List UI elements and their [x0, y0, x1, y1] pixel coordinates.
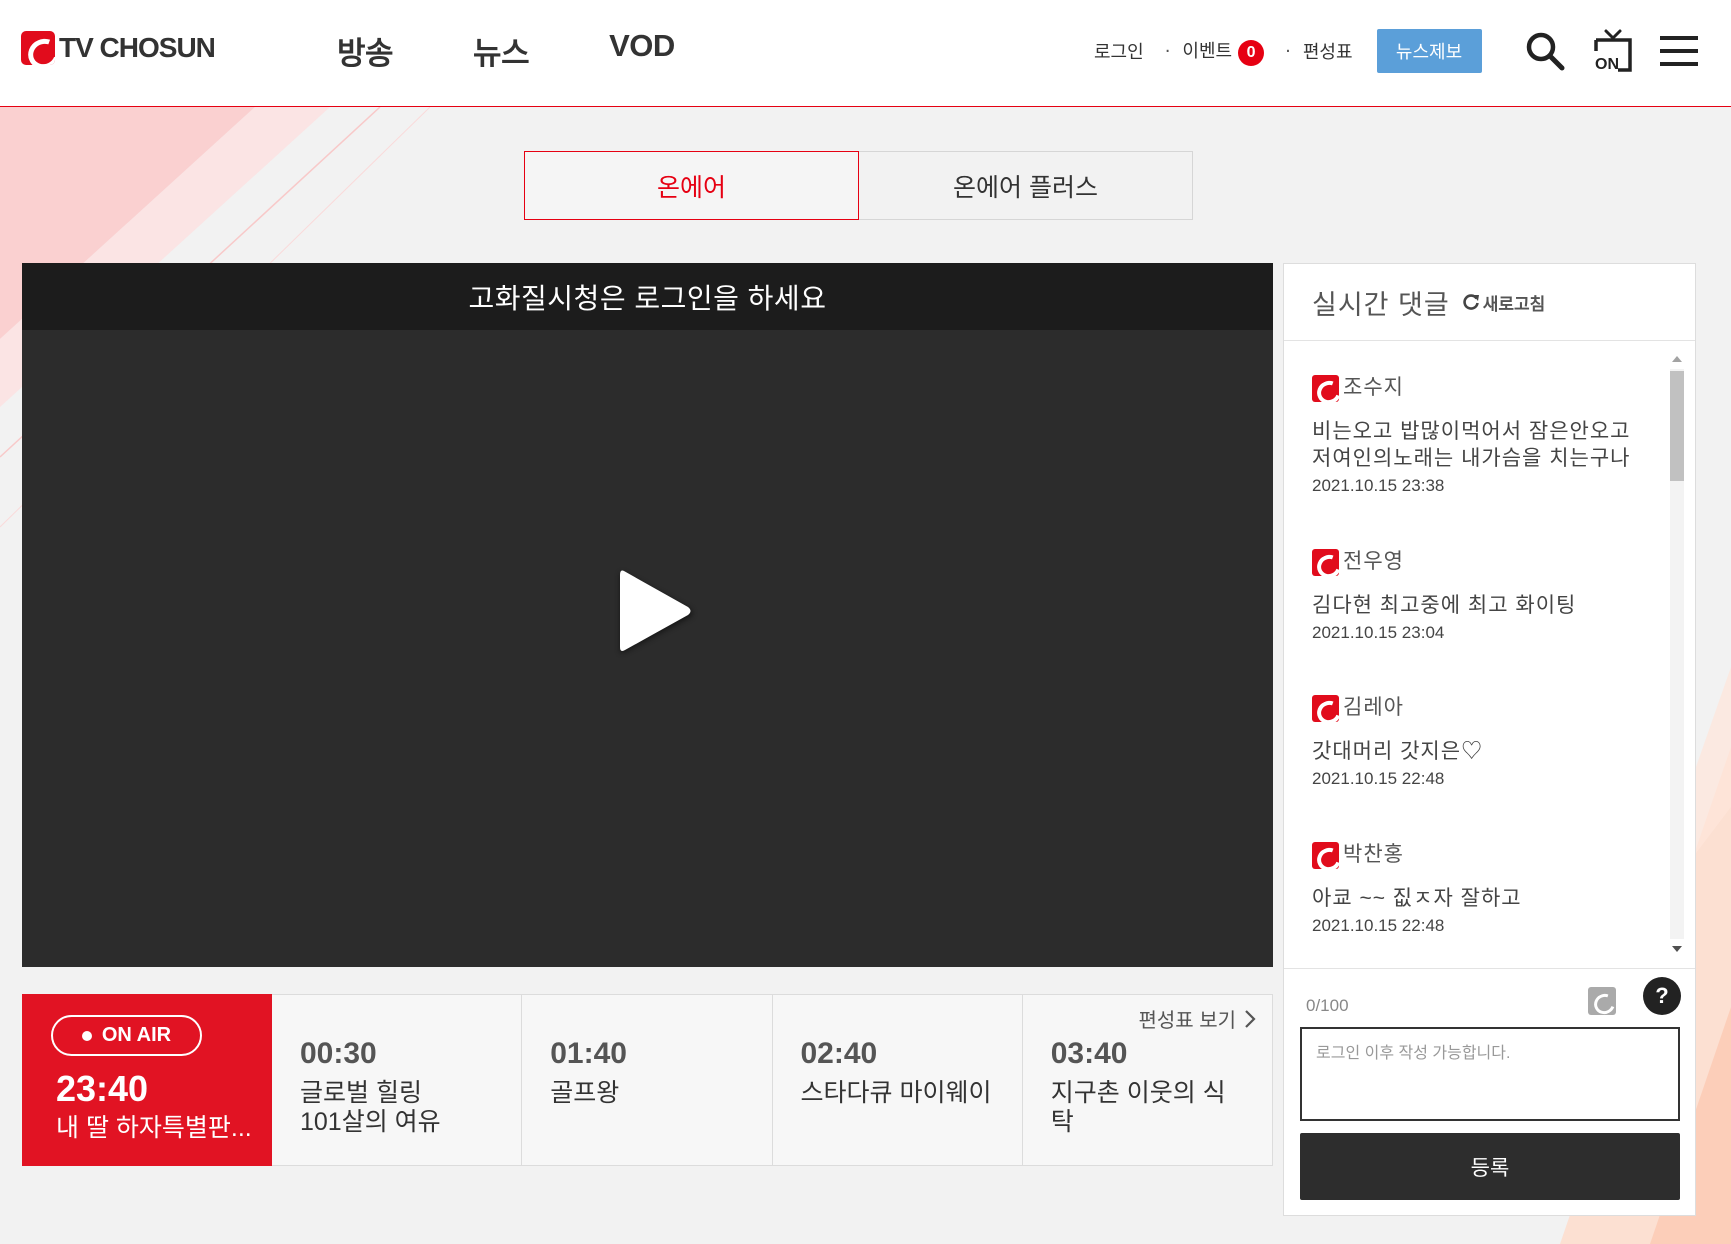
list-item: 김레아 갓대머리 갓지은♡ 2021.10.15 22:48: [1312, 689, 1652, 789]
now-playing-title: 내 딸 하자특별판...: [56, 1114, 252, 1142]
on-air-label: ON AIR: [101, 1024, 172, 1046]
live-dot-icon: [81, 1030, 92, 1041]
schedule-item[interactable]: 00:30 글로벌 힐링 101살의 여유: [272, 994, 523, 1166]
schedule-link[interactable]: 편성표: [1303, 38, 1353, 64]
schedule-item[interactable]: 02:40 스타다큐 마이웨이: [772, 994, 1023, 1166]
main-nav: 방송 뉴스 VOD: [337, 28, 755, 73]
separator-dot: ·: [1164, 40, 1171, 62]
svg-text:ON: ON: [1595, 56, 1619, 73]
schedule-item-title: 골프왕: [550, 1079, 620, 1107]
event-count-badge: 0: [1238, 39, 1265, 66]
refresh-icon: [1462, 294, 1479, 310]
hamburger-menu-icon: [1660, 36, 1698, 66]
comment-username: 김레아: [1343, 695, 1404, 719]
event-label: 이벤트: [1182, 40, 1233, 61]
nav-item-news[interactable]: 뉴스: [473, 28, 530, 73]
site-header: TV CHOSUN 방송 뉴스 VOD 로그인 · 이벤트 0 · 편성표 뉴스제…: [0, 0, 1731, 107]
tvchosun-logo[interactable]: TV CHOSUN: [21, 31, 216, 65]
comment-text: 아쿄 ~~ 짒ㅈ자 잘하고: [1312, 887, 1522, 910]
list-item: 조수지 비는오고 밥많이먹어서 잠은안오고 저여인의노래는 내가슴을 치는구나 …: [1312, 369, 1652, 496]
view-schedule-label: 편성표 보기: [1138, 1010, 1236, 1032]
schedule-item-time: 00:30: [300, 1037, 377, 1070]
now-playing-card[interactable]: ON AIR 23:40 내 딸 하자특별판...: [22, 994, 272, 1166]
schedule-item[interactable]: 01:40 골프왕: [522, 994, 773, 1166]
schedule-item-title: 글로벌 힐링 101살의 여유: [300, 1079, 441, 1136]
scroll-track[interactable]: [1670, 369, 1684, 939]
schedule-item[interactable]: 편성표 보기 03:40 지구촌 이웃의 식탁: [1022, 994, 1273, 1166]
schedule-item-title: 지구촌 이웃의 식탁: [1050, 1079, 1226, 1136]
on-air-badge: ON AIR: [51, 1015, 202, 1056]
nav-item-vod[interactable]: VOD: [609, 28, 675, 73]
help-button[interactable]: ?: [1643, 977, 1681, 1015]
utility-links: 로그인 · 이벤트 0 · 편성표 뉴스제보: [1094, 24, 1482, 78]
scroll-up-icon[interactable]: [1667, 351, 1687, 367]
logo-text: TV CHOSUN: [59, 32, 216, 63]
chevron-right-icon: [1245, 1009, 1256, 1028]
comment-text: 갓대머리 갓지은♡: [1312, 740, 1484, 763]
user-avatar-icon: [1312, 695, 1339, 722]
comment-time: 2021.10.15 23:38: [1312, 476, 1445, 495]
login-hd-notice[interactable]: 고화질시청은 로그인을 하세요: [22, 263, 1273, 330]
comment-input[interactable]: [1300, 1027, 1680, 1121]
play-icon: [620, 570, 693, 653]
user-avatar-icon: [1312, 549, 1339, 576]
logo-mark-icon: [21, 31, 55, 65]
chat-title: 실시간 댓글: [1312, 289, 1450, 320]
submit-button[interactable]: 등록: [1300, 1133, 1680, 1200]
comment-user: 김레아: [1312, 689, 1652, 722]
news-tip-button[interactable]: 뉴스제보: [1376, 29, 1482, 73]
refresh-button[interactable]: 새로고침: [1462, 290, 1546, 315]
tab-onair-plus[interactable]: 온에어 플러스: [859, 151, 1193, 220]
list-item: 전우영 김다현 최고중에 최고 화이팅 2021.10.15 23:04: [1312, 543, 1652, 643]
comment-text: 김다현 최고중에 최고 화이팅: [1312, 594, 1577, 617]
scroll-down-icon[interactable]: [1667, 941, 1687, 957]
login-link[interactable]: 로그인: [1094, 38, 1144, 64]
play-button[interactable]: [605, 563, 705, 663]
list-item: 박찬홍 아쿄 ~~ 짒ㅈ자 잘하고 2021.10.15 22:48: [1312, 836, 1652, 936]
refresh-label: 새로고침: [1482, 294, 1546, 314]
divider: [1284, 968, 1695, 969]
event-link[interactable]: 이벤트 0: [1182, 37, 1265, 66]
comment-username: 박찬홍: [1343, 842, 1404, 866]
comment-user: 박찬홍: [1312, 836, 1652, 869]
live-comments-panel: 실시간 댓글 새로고침 조수지 비는오고 밥많이먹어서 잠은안오고 저여인의노래…: [1283, 263, 1696, 1216]
on-air-button[interactable]: ON: [1586, 24, 1640, 78]
comment-time: 2021.10.15 22:48: [1312, 769, 1445, 788]
comment-username: 조수지: [1343, 375, 1404, 399]
user-avatar-icon: [1312, 842, 1339, 869]
tab-onair[interactable]: 온에어: [524, 151, 859, 220]
scroll-thumb[interactable]: [1670, 371, 1684, 481]
comment-username: 전우영: [1343, 549, 1404, 573]
comment-list[interactable]: 조수지 비는오고 밥많이먹어서 잠은안오고 저여인의노래는 내가슴을 치는구나 …: [1284, 347, 1695, 961]
schedule-item-time: 03:40: [1050, 1037, 1128, 1070]
comment-text: 비는오고 밥많이먹어서 잠은안오고 저여인의노래는 내가슴을 치는구나: [1312, 420, 1631, 470]
comment-user: 전우영: [1312, 543, 1652, 576]
video-player[interactable]: 고화질시청은 로그인을 하세요: [22, 263, 1273, 967]
chat-header: 실시간 댓글 새로고침: [1284, 264, 1695, 341]
view-schedule-link[interactable]: 편성표 보기: [1138, 1004, 1256, 1033]
now-playing-time: 23:40: [56, 1068, 149, 1109]
on-air-tv-icon: ON: [1594, 29, 1632, 73]
schedule-strip: ON AIR 23:40 내 딸 하자특별판... 00:30 글로벌 힐링 1…: [22, 994, 1273, 1166]
comment-time: 2021.10.15 23:04: [1312, 623, 1445, 642]
schedule-item-time: 02:40: [800, 1037, 878, 1070]
schedule-item-time: 01:40: [550, 1037, 627, 1070]
nav-item-broadcast[interactable]: 방송: [337, 28, 394, 73]
comment-scrollbar[interactable]: [1667, 347, 1687, 961]
comment-user: 조수지: [1312, 369, 1652, 402]
search-button[interactable]: [1518, 24, 1572, 78]
menu-button[interactable]: [1652, 24, 1706, 78]
sticker-icon[interactable]: [1588, 987, 1616, 1015]
character-count: 0/100: [1306, 996, 1349, 1015]
schedule-item-title: 스타다큐 마이웨이: [800, 1079, 992, 1107]
separator-dot: ·: [1285, 40, 1291, 62]
comment-time: 2021.10.15 22:48: [1312, 916, 1445, 935]
user-avatar-icon: [1312, 375, 1339, 402]
search-icon: [1526, 32, 1565, 71]
onair-tabs: 온에어 온에어 플러스: [524, 151, 1193, 220]
